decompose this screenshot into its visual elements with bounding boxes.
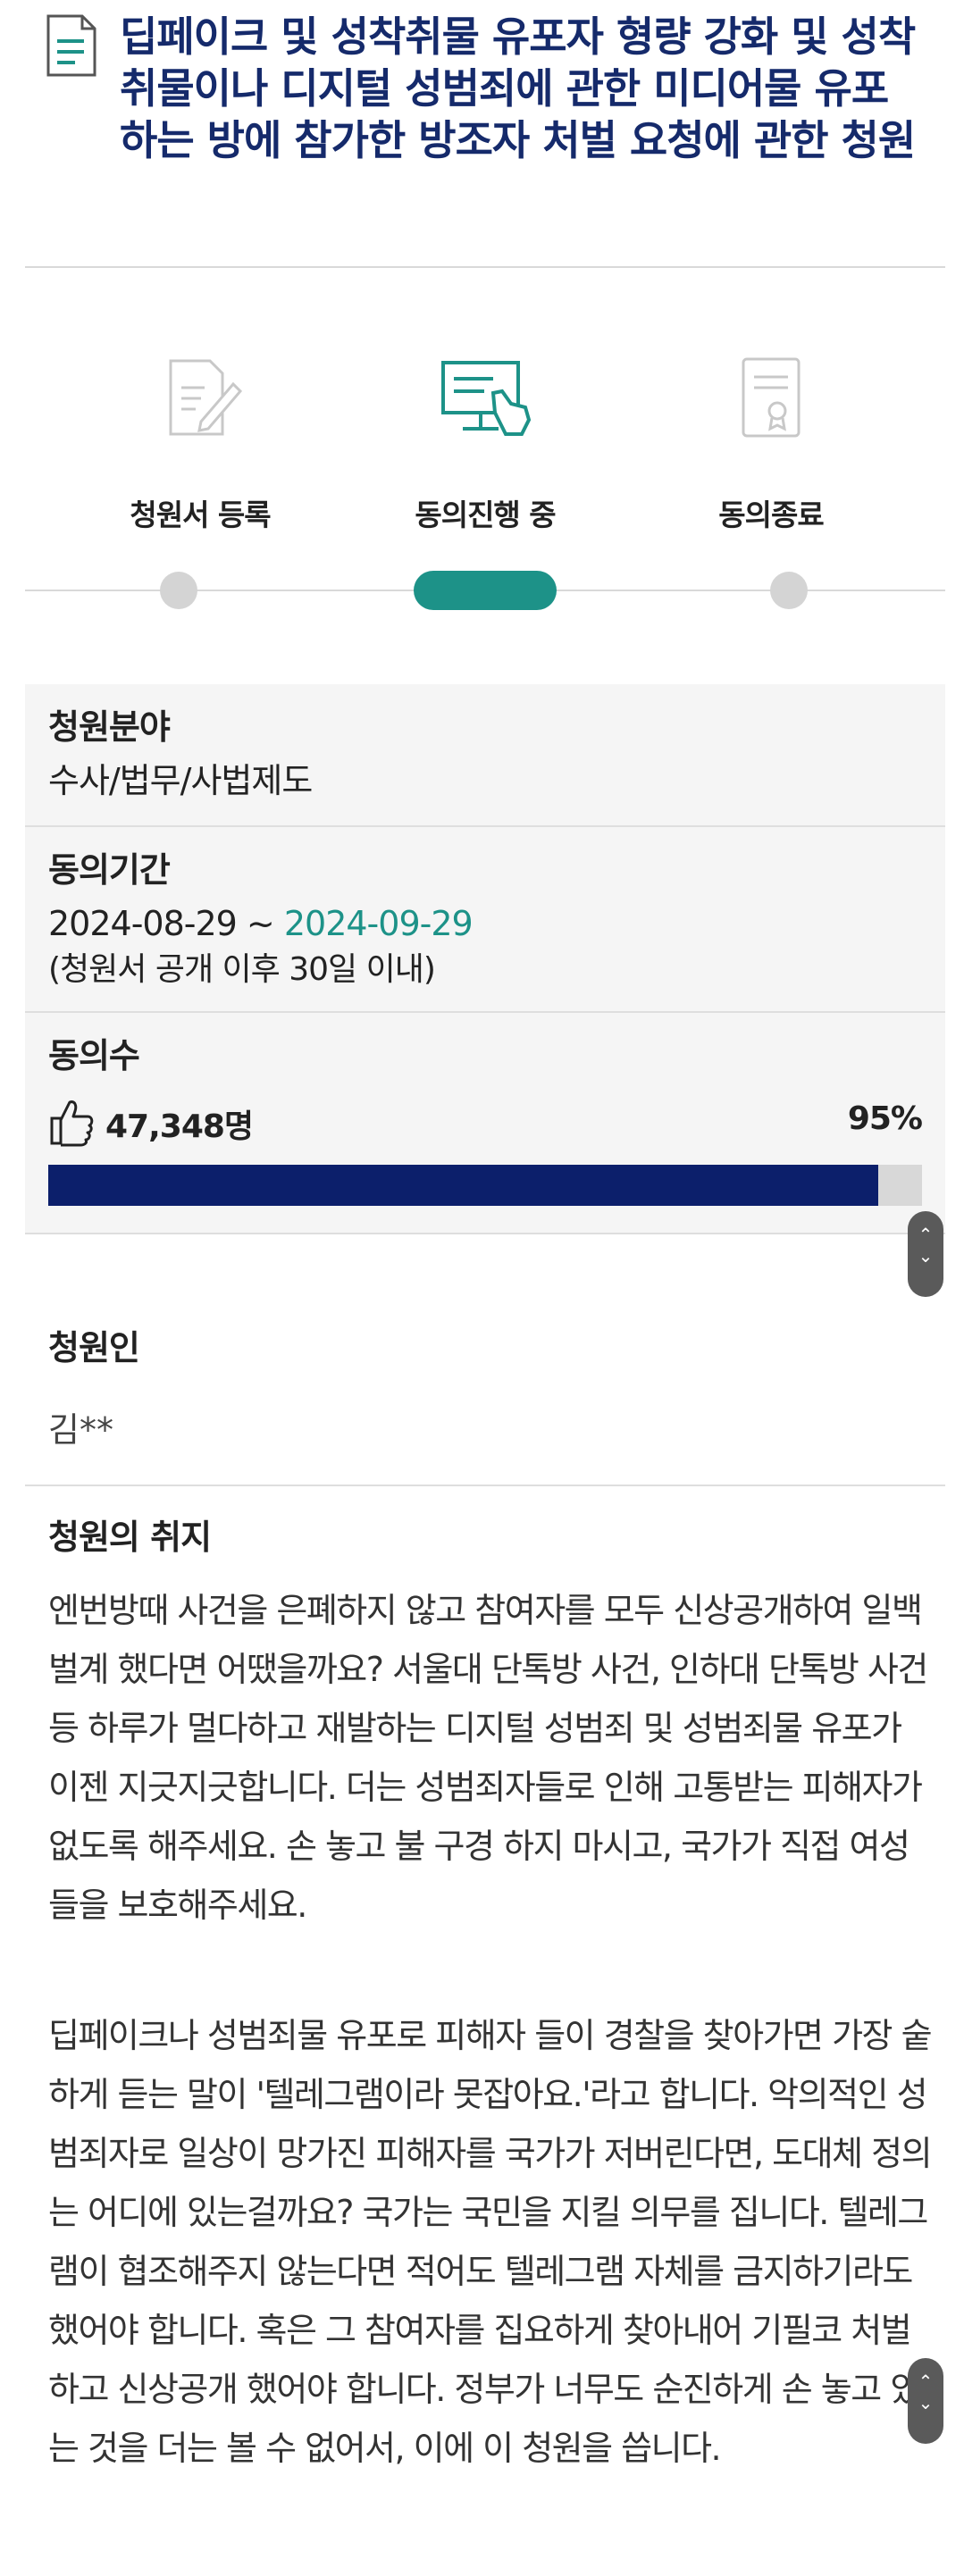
step-completed: 동의종료 bbox=[637, 348, 905, 534]
period-end: 2024-09-29 bbox=[283, 904, 474, 943]
step-label: 동의종료 bbox=[718, 498, 824, 532]
period-label: 동의기간 bbox=[48, 850, 171, 890]
petitioner-section: 청원인 김** bbox=[25, 1254, 945, 1486]
step-dot bbox=[160, 572, 197, 609]
thumbs-up-icon bbox=[50, 1100, 94, 1147]
field-row: 청원분야 수사/법무/사법제도 bbox=[25, 684, 945, 827]
chevron-up-icon: ⌃ bbox=[918, 2371, 934, 2392]
count-row: 동의수 47,348명 95% bbox=[25, 1013, 945, 1234]
period-row: 동의기간 2024-08-29 ~ 2024-09-29 (청원서 공개 이후 … bbox=[25, 827, 945, 1013]
purpose-label: 청원의 취지 bbox=[48, 1518, 212, 1557]
document-icon bbox=[46, 14, 96, 77]
agree-percent: 95% bbox=[847, 1100, 923, 1137]
title-section: 딥페이크 및 성착취물 유포자 형량 강화 및 성착취물이나 디지털 성범죄에 … bbox=[25, 0, 945, 268]
progress-bar bbox=[48, 1165, 922, 1206]
field-value: 수사/법무/사법제도 bbox=[48, 761, 313, 800]
petition-info: 청원분야 수사/법무/사법제도 동의기간 2024-08-29 ~ 2024-0… bbox=[25, 684, 945, 1234]
pen-document-icon bbox=[169, 359, 243, 436]
period-start: 2024-08-29 ~ bbox=[48, 904, 284, 943]
period-value: 2024-08-29 ~ 2024-09-29 bbox=[48, 899, 922, 949]
period-note: (청원서 공개 이후 30일 이내) bbox=[48, 951, 436, 988]
purpose-paragraph: 엔번방때 사건을 은폐하지 않고 참여자를 모두 신상공개하여 일백벌계 했다면… bbox=[48, 1591, 928, 1925]
count-label: 동의수 bbox=[48, 1036, 140, 1075]
chevron-down-icon: ⌄ bbox=[918, 2392, 934, 2413]
step-label: 동의진행 중 bbox=[415, 498, 556, 532]
chevron-up-icon: ⌃ bbox=[918, 1224, 934, 1245]
purpose-paragraph: 딥페이크나 성범죄물 유포로 피해자 들이 경찰을 찾아가면 가장 숱하게 듣는… bbox=[48, 2016, 933, 2468]
petitioner-label: 청원인 bbox=[48, 1328, 140, 1367]
field-label: 청원분야 bbox=[48, 707, 171, 747]
petitioner-name: 김** bbox=[48, 1410, 113, 1450]
monitor-hand-icon bbox=[441, 361, 532, 436]
step-registration: 청원서 등록 bbox=[66, 348, 334, 534]
step-in-progress: 동의진행 중 bbox=[351, 348, 619, 534]
agree-count: 47,348명 bbox=[105, 1108, 254, 1145]
step-dot bbox=[770, 572, 808, 609]
page-title: 딥페이크 및 성착취물 유포자 형량 강화 및 성착취물이나 디지털 성범죄에 … bbox=[120, 13, 916, 164]
count-line: 47,348명 95% bbox=[48, 1084, 923, 1156]
step-label: 청원서 등록 bbox=[130, 498, 271, 532]
progress-steps: 청원서 등록 동의진행 중 동의종료 bbox=[25, 268, 945, 643]
scroll-button[interactable]: ⌃ ⌄ bbox=[908, 2358, 943, 2444]
step-dot-active bbox=[414, 571, 557, 610]
certificate-icon bbox=[742, 357, 801, 438]
progress-bar-fill bbox=[48, 1165, 879, 1206]
